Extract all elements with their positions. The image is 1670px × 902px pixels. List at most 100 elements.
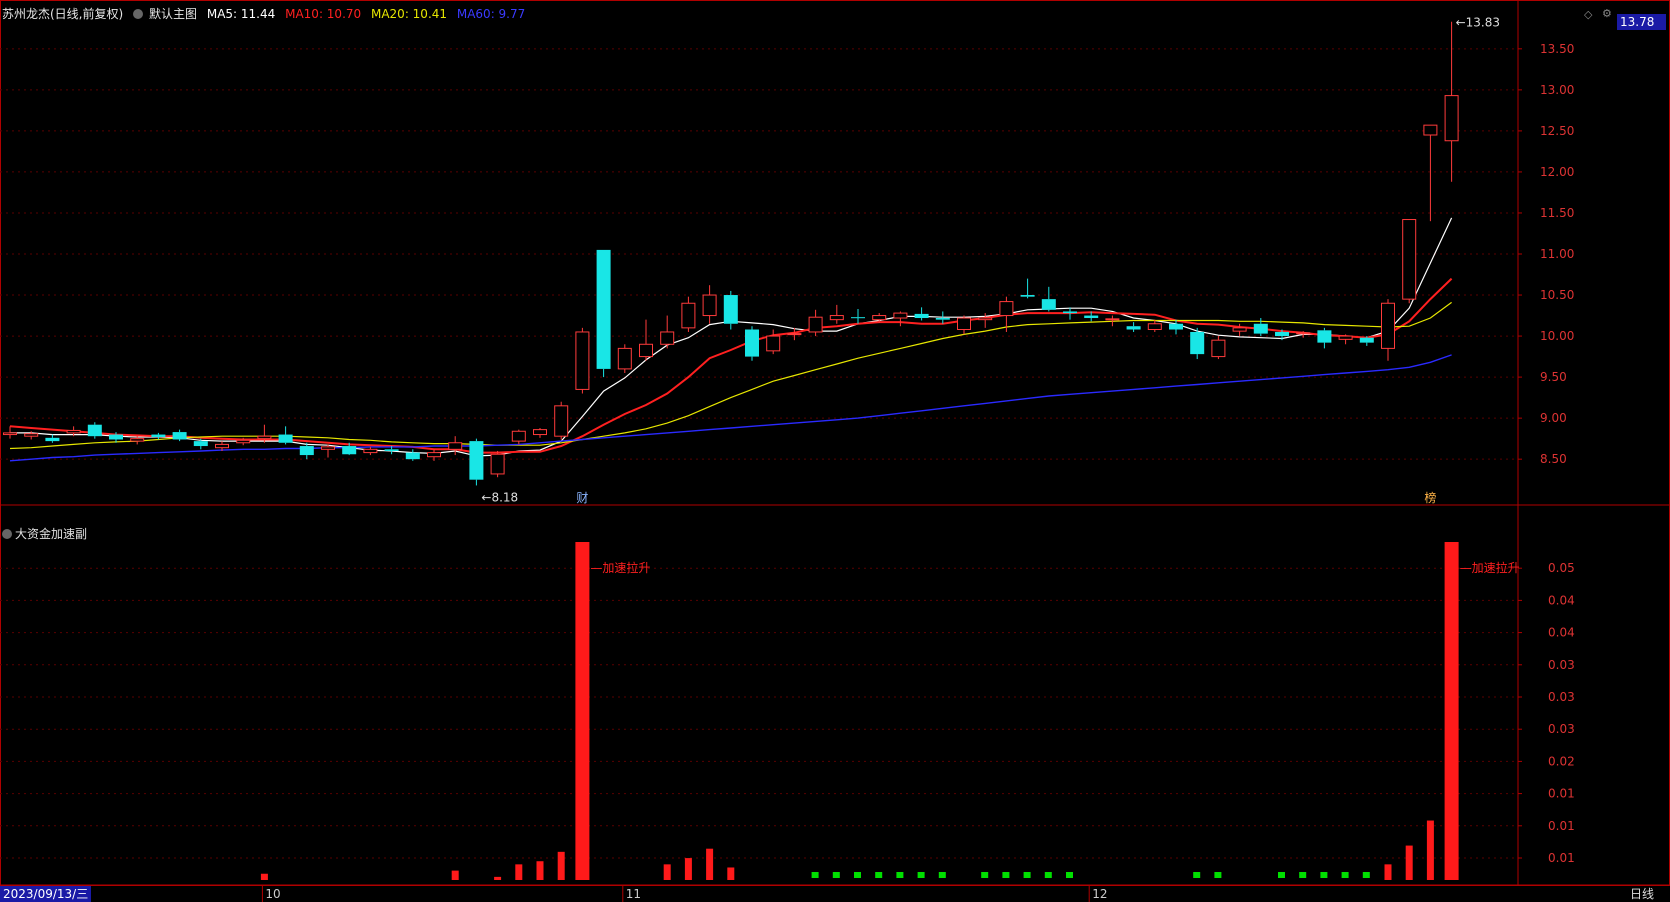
candle-body — [1211, 339, 1226, 358]
signal-bar — [536, 861, 544, 880]
candle-body — [448, 442, 463, 450]
signal-bar — [1278, 872, 1285, 878]
diamond-icon[interactable]: ◇ — [1584, 8, 1592, 21]
toggle-icon[interactable] — [2, 529, 12, 539]
period-label[interactable]: 日线 — [1630, 886, 1654, 902]
candle-body — [893, 312, 908, 319]
signal-bar — [1299, 872, 1307, 878]
sub-tick-label: 0.03 — [1548, 722, 1575, 736]
signal-bar — [727, 867, 735, 880]
candle-body — [1105, 318, 1120, 321]
signal-bar — [515, 864, 523, 880]
signal-annotation: —加速拉升 — [1460, 560, 1520, 575]
candle-body — [45, 437, 60, 442]
candle-body — [405, 452, 420, 460]
candle-body — [787, 333, 802, 336]
signal-bar — [896, 872, 904, 878]
candle-body — [978, 317, 993, 321]
event-marker-list: 榜 — [1424, 490, 1436, 505]
signal-bar — [1044, 872, 1052, 878]
candle-body — [278, 434, 293, 443]
candle-body — [1381, 302, 1395, 349]
sub-tick-label: 0.04 — [1548, 626, 1575, 640]
candle-body — [469, 441, 484, 480]
price-tick-label: 13.00 — [1540, 83, 1574, 97]
signal-bar — [811, 872, 819, 878]
candle-body — [236, 439, 251, 444]
candle-body — [109, 434, 123, 440]
candle-body — [1063, 311, 1077, 314]
candle-body — [575, 331, 590, 390]
month-label: 10 — [265, 887, 280, 901]
signal-annotation: —加速拉升 — [590, 560, 650, 575]
candle-body — [1232, 327, 1247, 332]
candle-body — [851, 317, 865, 319]
candle-body — [342, 446, 357, 455]
stock-title[interactable]: 苏州龙杰(日线,前复权) — [2, 7, 123, 21]
sub-tick-label: 0.03 — [1548, 658, 1575, 672]
toggle-icon[interactable] — [133, 9, 144, 19]
date-label: 2023/09/13/三 — [0, 886, 92, 902]
candle-body — [1423, 124, 1438, 136]
price-tick-label: 11.00 — [1540, 247, 1574, 261]
signal-bar — [854, 872, 861, 878]
ma60-value: MA60: 9.77 — [456, 7, 526, 21]
candle-body — [1359, 337, 1374, 343]
candle-body — [66, 429, 81, 434]
candle-body — [617, 347, 632, 370]
signal-bar — [494, 876, 502, 880]
candle-body — [1275, 331, 1289, 337]
sub-chart-title[interactable]: 大资金加速副 — [15, 527, 87, 541]
sub-tick-label: 0.01 — [1548, 851, 1575, 865]
event-marker-finance: 财 — [576, 491, 588, 505]
candle-body — [87, 424, 102, 437]
candle-body — [427, 452, 441, 458]
signal-bar — [1193, 872, 1201, 878]
signal-bar — [1341, 872, 1349, 878]
candle-body — [723, 295, 738, 324]
candle-body — [957, 317, 971, 331]
ma10-value: MA10: 10.70 — [285, 7, 362, 21]
sub-tick-label: 0.05 — [1548, 561, 1575, 575]
signal-bar — [981, 872, 989, 878]
current-price-tag: 13.78 — [1617, 14, 1666, 30]
candle-body — [1338, 335, 1353, 340]
sub-tick-label: 0.01 — [1548, 787, 1575, 801]
signal-bar — [917, 872, 925, 878]
candle-body — [745, 329, 759, 357]
candle-body — [257, 435, 272, 440]
signal-bar — [1320, 872, 1328, 878]
candle-body — [702, 294, 717, 317]
sub-chart-header: 大资金加速副 — [2, 525, 87, 542]
settings-icon[interactable]: ⚙ — [1602, 7, 1612, 20]
price-tick-label: 10.50 — [1540, 288, 1574, 302]
sub-tick-label: 0.01 — [1548, 819, 1575, 833]
candle-body — [1317, 330, 1332, 343]
candle-body — [3, 432, 17, 436]
candle-body — [363, 448, 378, 454]
candle-body — [829, 315, 844, 321]
price-tick-label: 12.50 — [1540, 124, 1574, 138]
candle-body — [193, 441, 208, 447]
signal-bar — [260, 873, 268, 880]
candle-body — [1126, 326, 1141, 330]
chart-canvas: 8.50 9.00 9.50 10.00 10.50 11.00 11.50 12.00 12.… — [0, 0, 1670, 902]
candle-body — [596, 249, 611, 369]
candle-body — [1147, 323, 1162, 331]
candle-body — [999, 301, 1014, 317]
signal-bar — [575, 542, 590, 880]
candle-body — [321, 446, 335, 450]
signal-bar — [875, 872, 883, 878]
candle-body — [1020, 295, 1035, 297]
candle-body — [24, 433, 39, 437]
price-tick-label: 11.50 — [1540, 206, 1574, 220]
candle-body — [1084, 315, 1099, 319]
main-label[interactable]: 默认主图 — [133, 7, 197, 21]
signal-bar — [1362, 872, 1370, 878]
candle-body — [681, 302, 696, 329]
sub-tick-label: 0.02 — [1548, 754, 1575, 768]
ma5-value: MA5: 11.44 — [206, 7, 276, 21]
sub-tick-label: 0.03 — [1548, 690, 1575, 704]
sub-tick-label: 0.04 — [1548, 593, 1575, 607]
candle-body — [766, 335, 781, 352]
